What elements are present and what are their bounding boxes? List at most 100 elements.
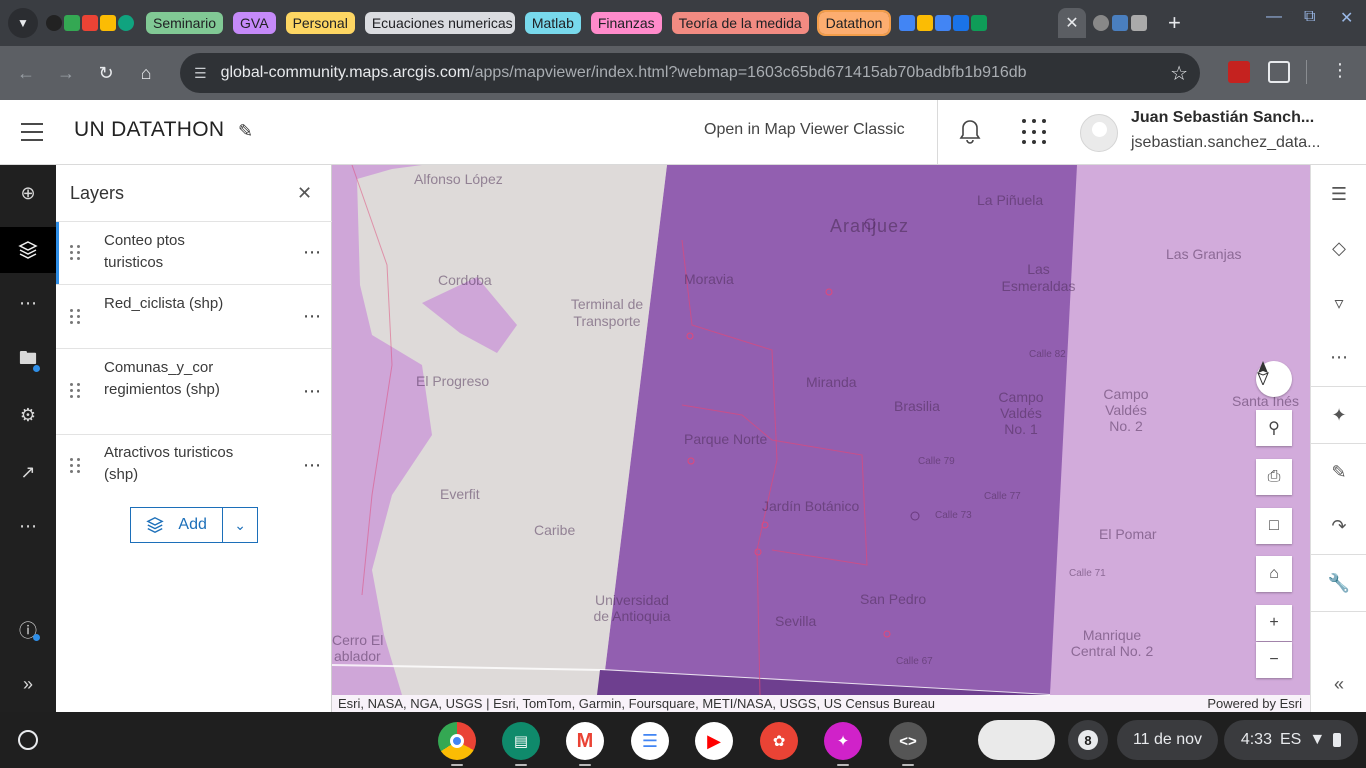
date-tray[interactable]: 11 de nov bbox=[1117, 720, 1218, 760]
minimize-icon[interactable]: — bbox=[1266, 8, 1282, 26]
notifications-bell-icon[interactable] bbox=[958, 118, 982, 146]
layer-item[interactable]: Conteo ptos turisticos ⋯ bbox=[56, 222, 331, 285]
favicon-icon[interactable] bbox=[935, 15, 952, 31]
favicon-icon[interactable] bbox=[953, 15, 970, 31]
back-arrow-icon[interactable]: ← bbox=[6, 63, 46, 84]
info-icon[interactable]: ⓘ bbox=[0, 607, 56, 653]
app-launcher-grid-icon[interactable] bbox=[1022, 119, 1048, 145]
favicon-icon[interactable] bbox=[917, 15, 934, 31]
layer-options-icon[interactable]: ⋯ bbox=[303, 455, 322, 476]
tab-group-datathon[interactable]: Datathon bbox=[816, 10, 892, 36]
tab-group-teoria[interactable]: Teoría de la medida bbox=[671, 12, 809, 34]
favicon-icon[interactable] bbox=[1112, 15, 1128, 31]
favicon-icon[interactable] bbox=[1093, 15, 1109, 31]
tab-group-personal[interactable]: Personal bbox=[285, 12, 355, 34]
notification-count-tray[interactable]: 8 bbox=[1068, 720, 1108, 760]
close-panel-icon[interactable]: ✕ bbox=[297, 183, 312, 204]
favicon-icon[interactable] bbox=[1131, 15, 1147, 31]
folder-icon[interactable]: 🖿 bbox=[0, 338, 56, 384]
close-window-icon[interactable]: ✕ bbox=[1340, 8, 1353, 28]
terminal-app-icon[interactable]: <> bbox=[889, 722, 927, 766]
layers-icon[interactable] bbox=[0, 227, 56, 273]
tab-group-finanzas[interactable]: Finanzas bbox=[590, 12, 662, 34]
drag-handle-icon[interactable] bbox=[70, 309, 80, 324]
favicon-icon[interactable] bbox=[899, 15, 916, 31]
bookmark-star-icon[interactable]: ☆ bbox=[1170, 61, 1188, 86]
more-tools-icon[interactable]: ⋯ bbox=[1311, 335, 1366, 379]
chrome-app-icon[interactable] bbox=[438, 722, 476, 766]
user-avatar[interactable] bbox=[1080, 114, 1118, 152]
map-canvas[interactable] bbox=[332, 165, 1310, 712]
add-circle-icon[interactable]: ⊕ bbox=[0, 170, 56, 216]
classroom-app-icon[interactable]: ▤ bbox=[502, 722, 540, 766]
gallery-app-icon[interactable]: ✦ bbox=[824, 722, 862, 766]
favicon-icon[interactable] bbox=[971, 15, 988, 31]
styles-shapes-icon[interactable]: ◇ bbox=[1311, 226, 1366, 270]
tab-group-seminario[interactable]: Seminario bbox=[146, 12, 224, 34]
zoom-out-icon[interactable]: − bbox=[1256, 642, 1292, 678]
powered-by-esri-link[interactable]: Powered by Esri bbox=[1207, 695, 1302, 712]
user-name[interactable]: Juan Sebastián Sanch... bbox=[1131, 109, 1314, 127]
properties-sliders-icon[interactable]: ☰ bbox=[1311, 172, 1366, 216]
layer-options-icon[interactable]: ⋯ bbox=[303, 242, 322, 263]
restore-icon[interactable]: ⧉ bbox=[1304, 8, 1315, 26]
favicon-icon[interactable] bbox=[118, 15, 134, 31]
drag-handle-icon[interactable] bbox=[70, 458, 80, 473]
more-tools-icon[interactable]: ⋯ bbox=[0, 280, 56, 326]
favicon-icon[interactable] bbox=[64, 15, 80, 31]
drag-handle-icon[interactable] bbox=[70, 383, 80, 398]
favicon-icon[interactable] bbox=[82, 15, 98, 31]
settings-gear-icon[interactable]: ⚙ bbox=[0, 392, 56, 438]
new-tab-plus-icon[interactable]: + bbox=[1168, 10, 1181, 36]
extension-icon[interactable] bbox=[1228, 61, 1250, 83]
home-extent-icon[interactable]: ⌂ bbox=[1256, 556, 1292, 592]
system-tray[interactable]: 4:33 ES ▼ bbox=[1224, 720, 1358, 760]
layer-options-icon[interactable]: ⋯ bbox=[303, 306, 322, 327]
docs-app-icon[interactable]: ☰ bbox=[631, 722, 669, 760]
cluster-icon[interactable]: ✦ bbox=[1311, 393, 1366, 437]
datathon-tab-favicons[interactable] bbox=[899, 15, 988, 31]
site-info-icon[interactable]: ☰ bbox=[194, 65, 207, 82]
add-dropdown-chevron-icon[interactable]: ⌄ bbox=[223, 508, 257, 542]
gmail-app-icon[interactable]: M bbox=[566, 722, 604, 766]
sketch-edit-icon[interactable]: ✎ bbox=[1311, 450, 1366, 494]
tab-group-gva[interactable]: GVA bbox=[233, 12, 276, 34]
holding-space-tray[interactable] bbox=[978, 720, 1055, 760]
search-icon[interactable]: ⚲ bbox=[1256, 410, 1292, 446]
layer-options-icon[interactable]: ⋯ bbox=[303, 381, 322, 402]
edit-title-pencil-icon[interactable]: ✎ bbox=[238, 121, 253, 142]
extensions-puzzle-icon[interactable] bbox=[1268, 61, 1290, 83]
zoom-in-icon[interactable]: + bbox=[1256, 605, 1292, 641]
canvas-paint-app-icon[interactable]: ✿ bbox=[760, 722, 798, 760]
fullscreen-monitor-icon[interactable]: □ bbox=[1256, 508, 1292, 544]
wrench-icon[interactable]: 🔧 bbox=[1311, 561, 1366, 605]
pinned-tab-favicons[interactable] bbox=[46, 15, 134, 31]
pop-ups-icon[interactable]: ↷ bbox=[1311, 504, 1366, 548]
forward-arrow-icon[interactable]: → bbox=[46, 63, 86, 84]
launcher-icon[interactable] bbox=[18, 730, 38, 750]
map-view[interactable]: Alfonso López Cordoba El Progreso Everfi… bbox=[332, 165, 1310, 712]
compass-icon[interactable] bbox=[1256, 361, 1292, 397]
user-email[interactable]: jsebastian.sanchez_data... bbox=[1131, 134, 1320, 152]
home-icon[interactable]: ⌂ bbox=[126, 63, 166, 84]
add-layer-button[interactable]: Add ⌄ bbox=[130, 507, 258, 543]
more-options-icon[interactable]: ⋯ bbox=[0, 503, 56, 549]
drag-handle-icon[interactable] bbox=[70, 245, 80, 260]
layer-item[interactable]: Red_ciclista (shp) ⋯ bbox=[56, 285, 331, 349]
open-map-viewer-classic-link[interactable]: Open in Map Viewer Classic bbox=[704, 121, 905, 139]
active-tab-close-icon[interactable]: ✕ bbox=[1058, 8, 1086, 38]
print-map-icon[interactable]: ⎙ bbox=[1256, 459, 1292, 495]
reload-icon[interactable]: ↻ bbox=[86, 63, 126, 84]
expand-chevrons-icon[interactable]: » bbox=[0, 661, 56, 707]
share-icon[interactable]: ↗ bbox=[0, 449, 56, 495]
favicon-icon[interactable] bbox=[46, 15, 62, 31]
favicon-icon[interactable] bbox=[100, 15, 116, 31]
filter-funnel-icon[interactable]: ▿ bbox=[1311, 281, 1366, 325]
tab-search-chevron-icon[interactable]: ▼ bbox=[8, 8, 38, 38]
youtube-app-icon[interactable]: ▶ bbox=[695, 722, 733, 760]
browser-menu-icon[interactable]: ⋮ bbox=[1320, 60, 1360, 81]
layer-item[interactable]: Atractivos turisticos (shp) ⋯ bbox=[56, 435, 331, 498]
layer-item[interactable]: Comunas_y_cor regimientos (shp) ⋯ bbox=[56, 349, 331, 435]
tab-group-ecuaciones[interactable]: Ecuaciones numericas bbox=[364, 12, 515, 34]
add-layer-main[interactable]: Add bbox=[131, 508, 224, 542]
